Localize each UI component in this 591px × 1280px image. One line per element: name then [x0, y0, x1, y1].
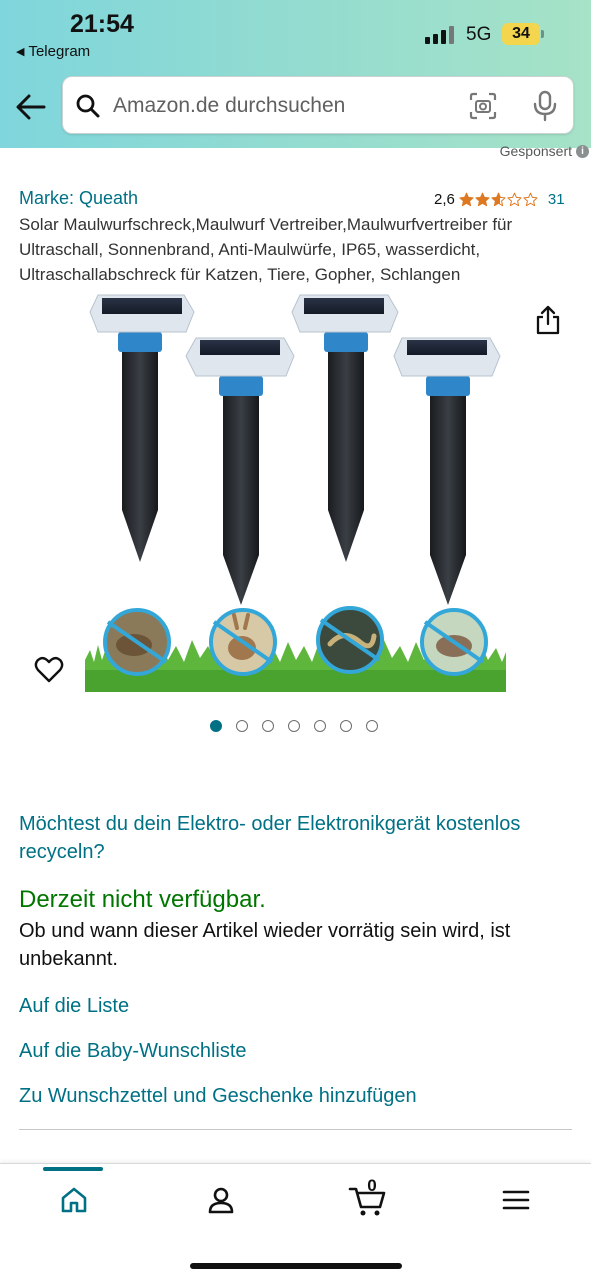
battery-tip [541, 30, 544, 38]
solar-stake-3 [291, 294, 399, 562]
carousel-dot[interactable] [366, 720, 378, 732]
solar-stake-4 [393, 337, 501, 605]
carousel-dot[interactable] [314, 720, 326, 732]
recycle-link[interactable]: Möchtest du dein Elektro- oder Elektroni… [19, 810, 579, 866]
network-label: 5G [466, 24, 492, 45]
star-rating [459, 192, 538, 207]
solar-stake-2 [185, 337, 295, 605]
sponsored-text: Gesponsert [499, 143, 572, 159]
microphone-icon[interactable] [531, 90, 559, 122]
carousel-dot[interactable] [236, 720, 248, 732]
battery-icon: 34 [502, 23, 540, 45]
add-to-baby-registry-link[interactable]: Auf die Baby-Wunschliste [19, 1040, 247, 1063]
star-icon [491, 192, 506, 207]
product-title[interactable]: Solar Maulwurfschreck,Maulwurf Vertreibe… [19, 212, 574, 287]
rating[interactable]: 2,6 31 [434, 191, 565, 208]
carousel-dot[interactable] [262, 720, 274, 732]
back-arrow-icon[interactable] [14, 90, 48, 124]
search-input[interactable] [113, 87, 443, 125]
add-to-wishlist-link[interactable]: Zu Wunschzettel und Geschenke hinzufügen [19, 1085, 417, 1108]
divider [19, 1129, 572, 1130]
star-icon [475, 192, 490, 207]
back-app-label: Telegram [28, 43, 91, 60]
nav-menu-button[interactable] [494, 1180, 538, 1220]
status-time: 21:54 [70, 10, 134, 38]
product-image[interactable] [82, 290, 508, 695]
availability-detail: Ob und wann dieser Artikel wieder vorrät… [19, 920, 511, 970]
sponsored-label[interactable]: Gesponsert i [500, 143, 589, 159]
star-icon [523, 192, 538, 207]
carousel-dot[interactable] [288, 720, 300, 732]
star-icon [459, 192, 474, 207]
battery-level: 34 [512, 25, 530, 42]
back-triangle-icon: ◀ [16, 46, 25, 58]
star-icon [507, 192, 522, 207]
add-to-list-link[interactable]: Auf die Liste [19, 995, 129, 1018]
header: 21:54 ◀ Telegram 5G 34 [0, 0, 591, 148]
share-icon[interactable] [535, 305, 561, 335]
nav-account-button[interactable] [199, 1180, 243, 1220]
carousel-dot[interactable] [210, 720, 222, 732]
rating-count[interactable]: 31 [548, 191, 565, 208]
home-indicator [190, 1263, 402, 1269]
image-carousel-dots[interactable] [210, 720, 378, 732]
user-icon [208, 1187, 234, 1214]
rating-value: 2,6 [434, 191, 455, 208]
solar-stake-1 [89, 294, 195, 562]
back-to-app-button[interactable]: ◀ Telegram [16, 43, 90, 60]
cart-count: 0 [367, 1176, 377, 1195]
menu-icon [502, 1190, 530, 1210]
info-icon[interactable]: i [576, 144, 589, 158]
nav-cart-button[interactable]: 0 [346, 1176, 390, 1220]
brand-link[interactable]: Marke: Queath [19, 188, 138, 209]
search-icon[interactable] [75, 93, 101, 119]
carousel-dot[interactable] [340, 720, 352, 732]
camera-search-icon[interactable] [469, 92, 497, 120]
active-tab-indicator [43, 1167, 103, 1171]
availability-status: Derzeit nicht verfügbar. [19, 886, 266, 913]
signal-icon [425, 26, 454, 44]
heart-icon[interactable] [34, 655, 64, 685]
search-bar[interactable] [62, 76, 574, 134]
home-icon [61, 1187, 87, 1213]
nav-home-button[interactable] [52, 1180, 96, 1220]
